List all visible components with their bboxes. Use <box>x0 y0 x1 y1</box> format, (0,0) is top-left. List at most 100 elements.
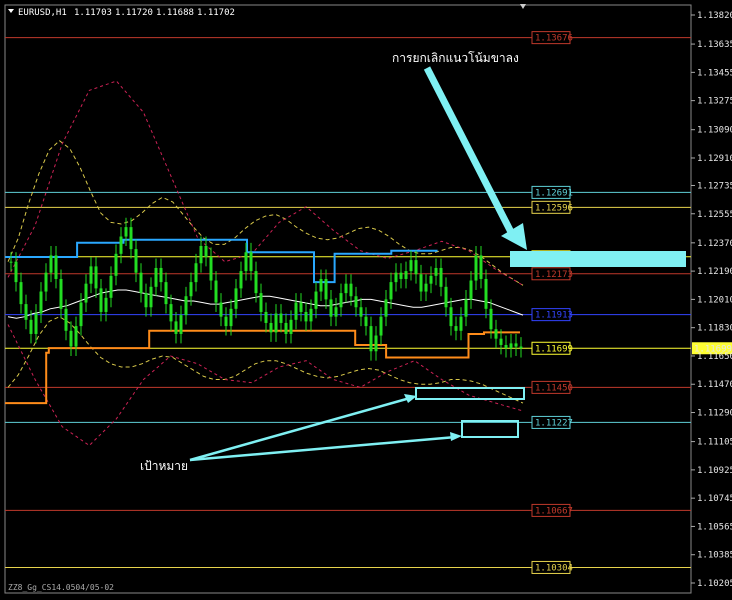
y-tick-label: 1.12010 <box>697 295 732 305</box>
price-body <box>419 274 423 292</box>
open-price: 1.11703 <box>74 8 112 18</box>
annotation-target: เป้าหมาย <box>140 459 188 473</box>
price-body <box>59 278 63 309</box>
level-label: 1.11913 <box>535 311 573 321</box>
price-body <box>199 245 203 264</box>
high-price: 1.11720 <box>115 8 153 18</box>
price-body <box>214 280 218 303</box>
y-tick-label: 1.12555 <box>697 210 732 220</box>
price-body <box>129 227 133 250</box>
price-body <box>19 282 23 305</box>
price-body <box>49 255 53 273</box>
price-body <box>34 313 38 334</box>
close-price: 1.11702 <box>197 8 235 18</box>
price-body <box>259 293 263 312</box>
level-label: 1.11450 <box>535 383 573 393</box>
price-body <box>194 263 198 283</box>
y-tick-label: 1.12190 <box>697 267 732 277</box>
price-body <box>54 255 58 279</box>
price-body <box>494 329 498 339</box>
price-body <box>379 316 383 336</box>
price-body <box>309 308 313 322</box>
price-body <box>29 319 33 334</box>
price-body <box>519 346 523 349</box>
level-label: 1.12691 <box>535 188 573 198</box>
indicator-footer: ZZ8_Gg_CS14.0504/05-02 <box>8 583 114 592</box>
price-body <box>174 321 178 334</box>
price-body <box>74 326 78 347</box>
y-tick-label: 1.11650 <box>697 352 732 362</box>
price-body <box>344 283 348 294</box>
price-body <box>169 304 173 322</box>
price-body <box>489 308 493 330</box>
y-tick-label: 1.13455 <box>697 68 732 78</box>
price-body <box>509 343 513 349</box>
level-label: 1.11227 <box>535 418 573 428</box>
level-label: 1.13676 <box>535 34 573 44</box>
price-body <box>149 286 153 308</box>
price-body <box>264 311 268 323</box>
price-body <box>159 267 163 283</box>
price-body <box>134 249 138 273</box>
price-body <box>484 278 488 309</box>
level-label: 1.12173 <box>535 270 573 280</box>
y-tick-label: 1.13090 <box>697 126 732 136</box>
price-body <box>219 302 223 317</box>
price-body <box>319 278 323 292</box>
price-body <box>69 330 73 347</box>
price-body <box>234 288 238 309</box>
price-body <box>359 307 363 317</box>
price-body <box>139 272 143 294</box>
price-body <box>339 293 343 308</box>
level-label: 1.10304 <box>535 563 573 573</box>
y-tick-label: 1.10745 <box>697 494 732 504</box>
price-body <box>469 280 473 300</box>
price-body <box>114 253 118 276</box>
price-body <box>189 282 193 297</box>
price-body <box>79 302 83 327</box>
price-body <box>384 299 388 317</box>
symbol-title: EURUSD,H1 <box>18 8 67 18</box>
price-body <box>454 326 458 331</box>
price-body <box>99 288 103 312</box>
price-body <box>294 302 298 320</box>
price-body <box>414 260 418 275</box>
y-tick-label: 1.12735 <box>697 181 732 191</box>
price-body <box>109 275 113 298</box>
price-body <box>94 266 98 289</box>
price-body <box>364 316 368 327</box>
price-body <box>409 260 413 272</box>
price-body <box>424 283 428 292</box>
price-body <box>479 255 483 279</box>
price-body <box>459 316 463 331</box>
price-body <box>269 322 273 333</box>
price-body <box>64 308 68 331</box>
price-body <box>274 313 278 333</box>
price-body <box>289 319 293 334</box>
y-tick-label: 1.10205 <box>697 579 732 589</box>
y-tick-label: 1.11105 <box>697 438 732 448</box>
price-body <box>124 227 128 237</box>
price-body <box>104 297 108 312</box>
price-body <box>334 307 338 317</box>
low-price: 1.11688 <box>156 8 194 18</box>
price-body <box>389 282 393 300</box>
price-body <box>299 302 303 312</box>
chart: 1.136761.126911.125961.122811.121731.119… <box>0 0 732 600</box>
price-body <box>444 286 448 308</box>
price-body <box>254 271 258 294</box>
price-body <box>324 278 328 300</box>
price-body <box>244 252 248 272</box>
y-tick-label: 1.13635 <box>697 40 732 50</box>
price-body <box>304 311 308 322</box>
price-body <box>44 272 48 292</box>
y-tick-label: 1.11290 <box>697 409 732 419</box>
price-body <box>404 271 408 279</box>
price-body <box>314 291 318 309</box>
level-label: 1.10667 <box>535 506 573 516</box>
price-body <box>329 299 333 317</box>
price-body <box>514 343 518 347</box>
y-tick-label: 1.11470 <box>697 380 732 390</box>
price-body <box>164 282 168 305</box>
level-label: 1.11699 <box>535 344 573 354</box>
